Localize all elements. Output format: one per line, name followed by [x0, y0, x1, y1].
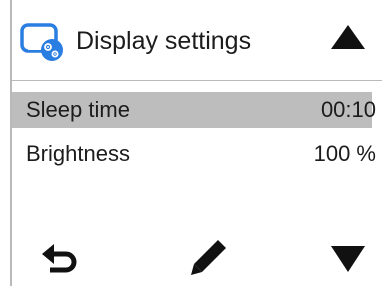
display-settings-icon	[20, 22, 66, 62]
setting-label: Brightness	[26, 141, 130, 166]
triangle-down-icon	[331, 246, 365, 272]
page-title: Display settings	[76, 27, 252, 55]
pencil-icon	[191, 240, 226, 275]
back-button[interactable]	[38, 236, 82, 280]
back-arrow-icon	[42, 244, 77, 273]
triangle-up-icon	[331, 25, 365, 49]
setting-row-sleep-time[interactable]: Sleep time 00:10	[12, 92, 376, 128]
scroll-down-button[interactable]	[328, 236, 368, 280]
setting-value: 100 %	[313, 141, 376, 166]
display-screen: Display settings Sleep time 00:10 Bright…	[10, 0, 382, 286]
setting-label: Sleep time	[26, 97, 130, 122]
header: Display settings	[12, 0, 382, 78]
scroll-up-button[interactable]	[328, 22, 368, 54]
setting-row-brightness[interactable]: Brightness 100 %	[12, 136, 376, 172]
edit-button[interactable]	[188, 236, 232, 280]
header-divider	[12, 80, 382, 81]
setting-value: 00:10	[320, 97, 376, 122]
